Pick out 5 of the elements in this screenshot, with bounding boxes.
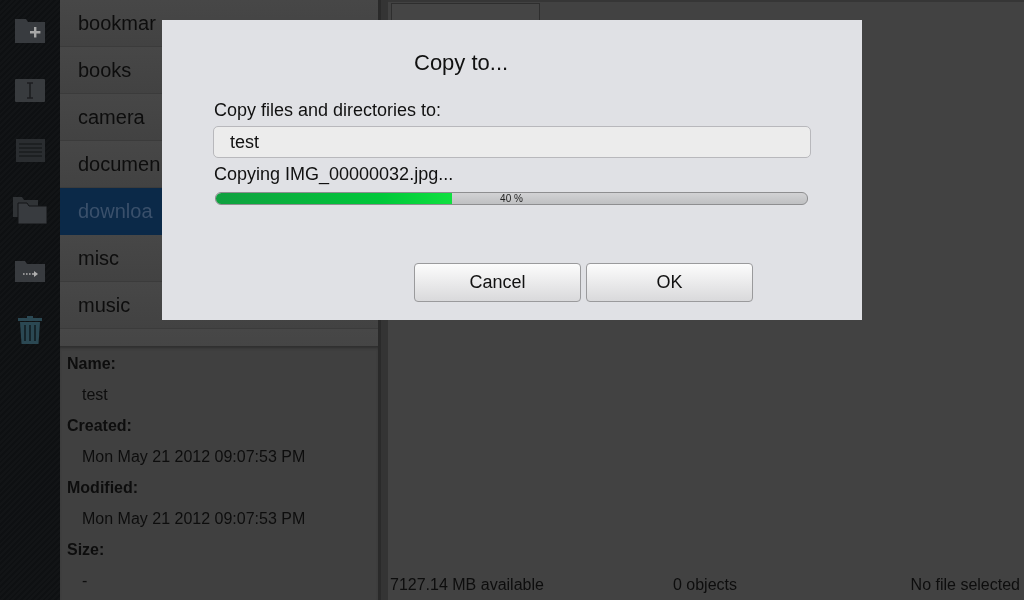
dialog-prompt: Copy files and directories to:: [214, 99, 442, 122]
dialog-title: Copy to...: [414, 49, 509, 77]
progress-status: Copying IMG_00000032.jpg...: [214, 163, 454, 186]
progress-reading: 40 %: [500, 193, 523, 204]
info-value: -: [82, 571, 88, 590]
